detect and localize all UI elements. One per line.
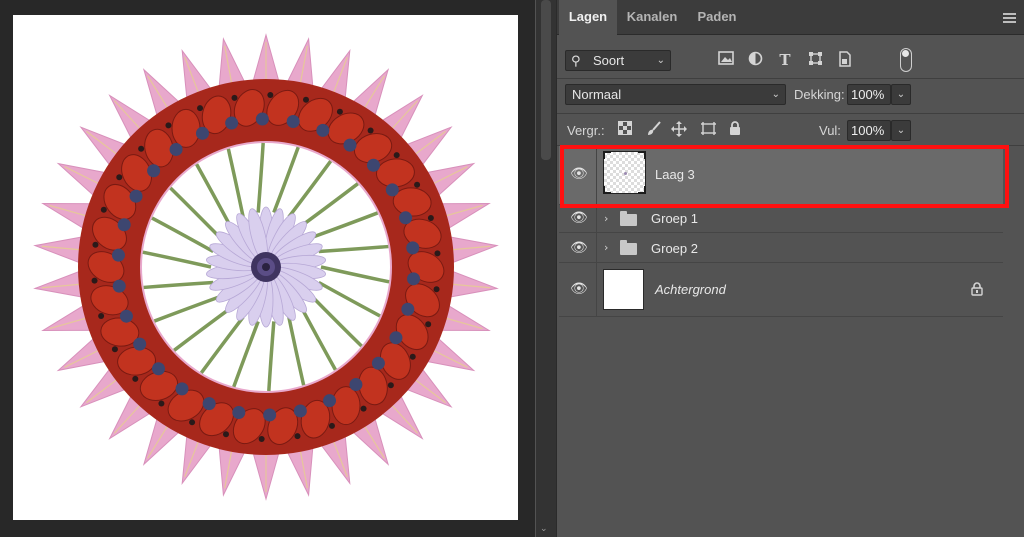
- scrollbar-thumb[interactable]: [541, 0, 551, 160]
- panel-menu-icon[interactable]: [1003, 13, 1016, 23]
- layer-row-achtergrond[interactable]: 👁 Achtergrond: [559, 263, 1003, 317]
- fill-dropdown-chevron-icon[interactable]: ⌄: [891, 120, 911, 141]
- opacity-input[interactable]: 100%: [847, 84, 891, 105]
- fill-label: Vul:: [819, 123, 841, 138]
- lock-position-icon[interactable]: [670, 121, 688, 139]
- lock-transparent-icon[interactable]: [616, 121, 634, 139]
- search-icon: ⚲: [571, 54, 581, 69]
- lock-icon: [971, 282, 983, 296]
- chevron-down-icon: ⌄: [656, 55, 665, 66]
- fill-input[interactable]: 100%: [847, 120, 891, 141]
- selection-highlight: [560, 145, 1009, 208]
- folder-icon: [620, 211, 637, 226]
- chevron-right-icon[interactable]: ›: [604, 212, 608, 225]
- lock-label: Vergr.:: [567, 123, 605, 138]
- visibility-column: 👁: [559, 233, 597, 262]
- opacity-label: Dekking:: [794, 87, 845, 102]
- blend-mode-value: Normaal: [572, 87, 622, 102]
- layer-filter-select[interactable]: ⚲ Soort ⌄: [565, 50, 671, 71]
- document-canvas[interactable]: [13, 15, 518, 520]
- layer-name: Groep 2: [651, 241, 698, 256]
- vertical-scrollbar[interactable]: ⌄: [536, 0, 556, 537]
- panel-tabbar: Lagen Kanalen Paden: [557, 0, 1024, 36]
- folder-icon: [620, 240, 637, 255]
- divider: [557, 113, 1024, 114]
- smart-object-filter-icon[interactable]: [836, 51, 854, 69]
- opacity-dropdown-chevron-icon[interactable]: ⌄: [891, 84, 911, 105]
- tab-lagen[interactable]: Lagen: [559, 0, 617, 36]
- layer-thumbnail: [603, 269, 644, 310]
- filter-toggle-icon[interactable]: [900, 48, 912, 72]
- visibility-column: 👁: [559, 263, 597, 316]
- type-filter-icon[interactable]: T: [776, 51, 794, 69]
- eye-icon[interactable]: 👁: [570, 210, 588, 226]
- layer-filter-value: Soort: [593, 53, 625, 68]
- canvas-area[interactable]: [0, 0, 535, 537]
- tab-paden[interactable]: Paden: [689, 0, 745, 35]
- divider: [557, 78, 1024, 79]
- layer-row-groep-2[interactable]: 👁 › Groep 2: [559, 233, 1003, 263]
- scroll-down-arrow-icon[interactable]: ⌄: [540, 524, 548, 534]
- lock-all-icon[interactable]: [726, 121, 744, 139]
- blend-mode-select[interactable]: Normaal ⌄: [565, 84, 786, 105]
- eye-icon[interactable]: 👁: [570, 240, 588, 256]
- image-filter-icon[interactable]: [717, 51, 735, 69]
- adjustment-filter-icon[interactable]: [746, 51, 764, 69]
- visibility-column: 👁: [559, 205, 597, 232]
- layer-name: Achtergrond: [655, 282, 726, 297]
- layer-row-groep-1[interactable]: 👁 › Groep 1: [559, 205, 1003, 233]
- mandala-artwork: [33, 33, 499, 501]
- lock-artboard-icon[interactable]: [699, 121, 717, 139]
- shape-filter-icon[interactable]: [806, 51, 824, 69]
- chevron-down-icon: ⌄: [771, 89, 780, 100]
- tab-kanalen[interactable]: Kanalen: [619, 0, 685, 35]
- lock-pixels-icon[interactable]: [645, 121, 663, 139]
- chevron-right-icon[interactable]: ›: [604, 241, 608, 254]
- layers-panel: Lagen Kanalen Paden ⚲ Soort ⌄ T Normaal: [556, 0, 1024, 537]
- layer-name: Groep 1: [651, 211, 698, 226]
- eye-icon[interactable]: 👁: [570, 281, 588, 297]
